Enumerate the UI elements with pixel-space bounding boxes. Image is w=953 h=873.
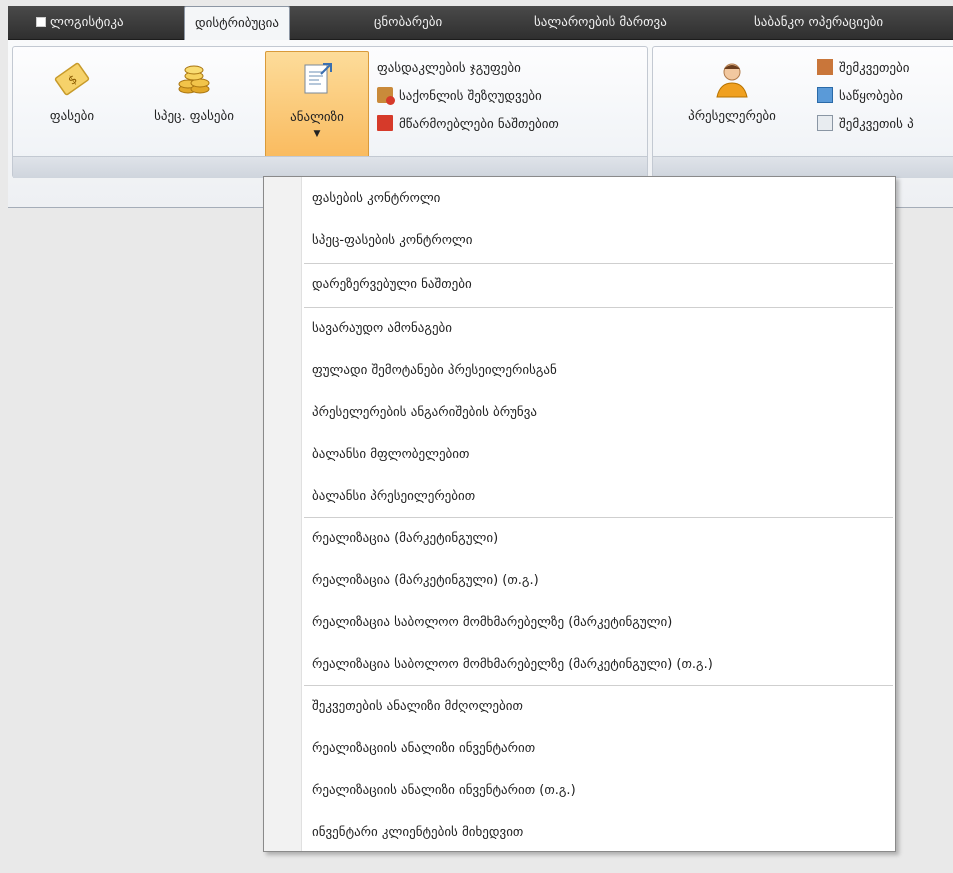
menu-item-sales-analysis-inventory[interactable]: რეალიზაციის ანალიზი ინვენტარით bbox=[312, 737, 535, 761]
menu-item-sales-end-consumer-marketing-tg[interactable]: რეალიზაცია საბოლოო მომხმარებელზე (მარკეტ… bbox=[312, 653, 713, 677]
report-icon bbox=[304, 63, 332, 94]
buyers-button[interactable]: შემკვეთები bbox=[817, 57, 910, 81]
chevron-down-icon: ▼ bbox=[313, 129, 321, 139]
tab-banking-operations[interactable]: საბანკო ოპერაციები bbox=[744, 6, 893, 40]
menu-item-expected-revenue[interactable]: სავარაუდო ამონაგები bbox=[312, 317, 452, 341]
tab-cash-management[interactable]: სალაროების მართვა bbox=[524, 6, 677, 40]
ribbon-group-footer bbox=[653, 156, 953, 178]
main-tab-bar: ლოგისტიკა დისტრიბუცია ცნობარები სალაროებ… bbox=[8, 6, 953, 41]
menu-separator bbox=[304, 685, 893, 687]
special-prices-button[interactable]: სპეც. ფასები bbox=[129, 51, 259, 153]
factory-icon bbox=[377, 115, 393, 131]
user-icon bbox=[716, 63, 748, 98]
analysis-button[interactable]: ანალიზი ▼ bbox=[265, 51, 369, 167]
card-icon bbox=[817, 115, 833, 131]
ribbon-group-distribution: $ ფასები სპეც. ფასები ანალიზი ▼ ფასდაკლე… bbox=[12, 46, 648, 178]
menu-item-preseller-account-turnover[interactable]: პრესელერების ანგარიშების ბრუნვა bbox=[312, 401, 537, 425]
buyer-cards-button[interactable]: შემკვეთის პ bbox=[817, 113, 914, 137]
box-restriction-icon bbox=[377, 87, 395, 105]
menu-item-balance-by-owners[interactable]: ბალანსი მფლობელებით bbox=[312, 443, 469, 467]
menu-item-order-analysis-drivers[interactable]: შეკვეთების ანალიზი მძღოლებით bbox=[312, 695, 523, 719]
analysis-dropdown-menu: ფასების კონტროლი სპეც-ფასების კონტროლი დ… bbox=[263, 176, 896, 852]
coins-icon bbox=[178, 65, 210, 94]
menu-item-cash-receipts-preseller[interactable]: ფულადი შემოტანები პრესეილერისგან bbox=[312, 359, 557, 383]
menu-item-sales-end-consumer-marketing[interactable]: რეალიზაცია საბოლოო მომხმარებელზე (მარკეტ… bbox=[312, 611, 672, 635]
menu-separator bbox=[304, 263, 893, 265]
menu-item-inventory-by-clients[interactable]: ინვენტარი კლიენტების მიხედვით bbox=[312, 821, 523, 845]
menu-item-sales-analysis-inventory-tg[interactable]: რეალიზაციის ანალიზი ინვენტარით (თ.გ.) bbox=[312, 779, 576, 803]
price-groups-button[interactable]: ფასდაკლების ჯგუფები bbox=[377, 57, 521, 81]
buyers-icon bbox=[817, 59, 833, 75]
tab-logistics[interactable]: ლოგისტიკა bbox=[26, 6, 134, 40]
ribbon-group-presellers: პრესელერები შემკვეთები საწყობები შემკვეთ… bbox=[652, 46, 953, 178]
menu-item-sales-marketing[interactable]: რეალიზაცია (მარკეტინგული) bbox=[312, 527, 498, 551]
menu-item-price-control[interactable]: ფასების კონტროლი bbox=[312, 187, 440, 211]
presellers-button[interactable]: პრესელერები bbox=[667, 51, 797, 153]
tab-references[interactable]: ცნობარები bbox=[364, 6, 452, 40]
tab-distribution[interactable]: დისტრიბუცია bbox=[184, 6, 291, 41]
menu-item-balance-by-presellers[interactable]: ბალანსი პრესეილერებით bbox=[312, 485, 475, 509]
prices-button[interactable]: $ ფასები bbox=[27, 51, 117, 153]
menu-item-special-price-control[interactable]: სპეც-ფასების კონტროლი bbox=[312, 229, 473, 253]
goods-restrictions-button[interactable]: საქონლის შეზღუდვები bbox=[377, 85, 542, 109]
producers-balance-button[interactable]: მწარმოებლები ნაშთებით bbox=[377, 113, 559, 137]
price-tag-icon: $ bbox=[54, 62, 90, 96]
menu-separator bbox=[304, 307, 893, 309]
menu-item-sales-marketing-tg[interactable]: რეალიზაცია (მარკეტინგული) (თ.გ.) bbox=[312, 569, 539, 593]
menu-icon-gutter bbox=[264, 177, 302, 851]
warehouses-button[interactable]: საწყობები bbox=[817, 85, 903, 109]
ribbon-group-footer bbox=[13, 156, 647, 178]
menu-item-reserved-stock[interactable]: დარეზერვებული ნაშთები bbox=[312, 273, 472, 297]
warehouse-icon bbox=[817, 87, 833, 103]
menu-separator bbox=[304, 517, 893, 519]
checkbox-icon bbox=[36, 17, 46, 27]
